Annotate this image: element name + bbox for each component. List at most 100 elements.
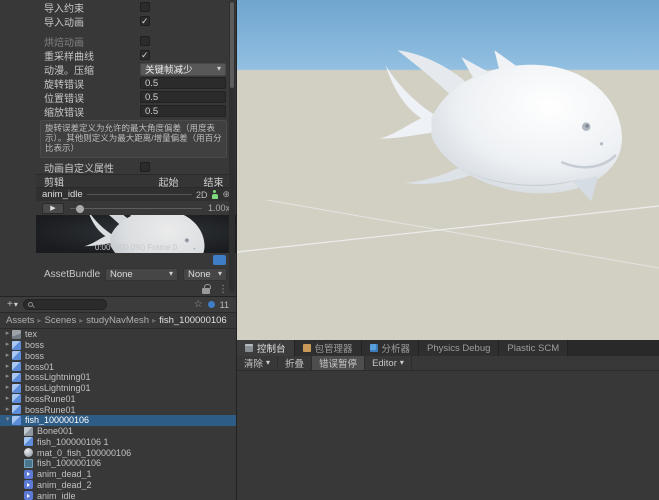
editor-label: Editor [372,357,397,369]
skybox [237,0,659,70]
toggle-2d-button[interactable]: 2D [196,190,208,200]
chevron-down-icon[interactable]: ▾ [3,415,12,425]
tree-row[interactable]: anim_dead_2 [0,480,236,491]
tree-row[interactable]: ▾ fish_100000106 [0,415,236,426]
tab-physics-debug[interactable]: Physics Debug [419,340,500,356]
position-error-row: 位置错误 0.5 [0,90,236,105]
collapse-toggle[interactable]: 折叠 [278,356,313,370]
chevron-right-icon[interactable]: ▸ [3,351,12,361]
tree-row[interactable]: Bone001 [0,426,236,437]
chevron-right-icon[interactable]: ▸ [3,340,12,350]
avatar-icon[interactable] [211,190,218,199]
tree-row[interactable]: ▸ boss01 [0,361,236,372]
play-button[interactable]: ▶ [42,202,64,214]
scene-view[interactable] [236,0,659,340]
resample-curves-checkbox[interactable] [140,50,150,60]
tree-row[interactable]: ▸ bossLightning01 [0,383,236,394]
model-icon [12,340,21,350]
tree-row[interactable]: ▸ bossRune01 [0,404,236,415]
search-icon [27,302,33,307]
chevron-right-icon[interactable]: ▸ [3,383,12,393]
inspector-scrollbar[interactable] [229,0,235,292]
model-icon [12,362,21,372]
scale-error-input[interactable]: 0.5 [140,105,226,117]
tree-item-label: bossRune01 [25,404,76,415]
clip-row[interactable]: anim_idle 2D ⊕ [36,188,236,201]
preview-settings-icon[interactable] [213,254,226,265]
breadcrumb-item[interactable]: studyNavMesh [86,315,149,326]
scale-error-label: 缩放错误 [44,107,84,119]
breadcrumb-separator-icon: ▸ [37,316,42,325]
profiler-icon [369,344,378,352]
breadcrumb-item[interactable]: Assets [6,315,35,326]
tree-item-label: bossRune01 [25,393,76,404]
inspector-footer-bar: ⋮ [0,282,236,297]
tab-label: 包管理器 [314,344,353,355]
tab-profiler[interactable]: 分析器 [361,340,420,356]
tree-row[interactable]: ▸ bossRune01 [0,394,236,405]
tree-row[interactable]: ▸ bossLightning01 [0,372,236,383]
import-animation-checkbox[interactable] [140,16,150,26]
tree-row[interactable]: mat_0_fish_100000106 [0,447,236,458]
console-panel: 控制台 包管理器 分析器 Physics Debug Plastic SCM 清除 ▾ … [237,340,659,500]
breadcrumb-item[interactable]: fish_100000106 [159,315,227,326]
scrollbar-thumb[interactable] [230,2,234,88]
project-panel: + ▾ ☆ 11 Assets ▸ Scenes ▸ studyNavMesh ▸ fish… [0,296,237,500]
tree-row[interactable]: ▸ tex [0,329,236,340]
kebab-menu-icon[interactable]: ⋮ [218,284,228,295]
chevron-down-icon: ▾ [266,358,271,367]
chevron-right-icon[interactable]: ▸ [3,329,12,339]
anim-compression-label: 动漫。压缩 [44,65,94,77]
search-input[interactable] [22,299,107,310]
slider-thumb[interactable] [76,204,84,213]
import-constraints-checkbox[interactable] [140,2,150,12]
editor-dropdown[interactable]: Editor ▾ [365,356,412,370]
bake-animation-checkbox [140,36,150,46]
create-asset-button[interactable]: + ▾ [7,299,18,310]
model-icon [24,437,33,447]
gameobject-icon [24,426,33,436]
tree-row[interactable]: fish_100000106 [0,458,236,469]
tab-package-manager[interactable]: 包管理器 [294,340,362,356]
clips-header: 剪辑 起始 结束 [36,174,236,189]
clear-button[interactable]: 清除 ▾ [237,356,279,370]
chevron-right-icon[interactable]: ▸ [3,372,12,382]
favorites-star-icon[interactable]: ☆ [194,299,203,310]
model-icon [12,383,21,393]
assetbundle-dropdown[interactable]: None ▾ [105,267,178,281]
chevron-right-icon[interactable]: ▸ [3,394,12,404]
console-log-area[interactable] [237,371,659,500]
frame-info: 0:00 (000.0%) Frame 0 [94,243,178,252]
tab-label: Physics Debug [427,342,491,354]
chevron-right-icon[interactable]: ▸ [3,405,12,415]
tree-row[interactable]: ▸ boss [0,340,236,351]
error-pause-toggle[interactable]: 错误暂停 [312,356,366,370]
rotation-error-label: 旋转错误 [44,79,84,91]
tree-item-label: anim_idle [37,490,76,500]
resample-curves-label: 重采样曲线 [44,51,94,63]
custom-properties-checkbox[interactable] [140,162,150,172]
tab-plastic-scm[interactable]: Plastic SCM [499,340,569,356]
tree-row[interactable]: anim_idle [0,490,236,500]
tree-row[interactable]: anim_dead_1 [0,469,236,480]
animation-preview[interactable]: 0:00 (000.0%) Frame 0 [36,215,236,253]
anim-icon [24,469,33,479]
rotation-error-input[interactable]: 0.5 [140,77,226,89]
tab-console[interactable]: 控制台 [237,340,295,356]
project-toolbar: + ▾ ☆ 11 [0,297,236,313]
tree-row[interactable]: fish_100000106 1 [0,437,236,448]
assetbundle-variant-dropdown[interactable]: None ▾ [183,267,227,281]
inspector-panel: 导入约束 导入动画 烘焙动画 重采样曲线 动漫。压缩 关键帧减少 ▾ 旋转错误 … [0,0,237,296]
timeline-slider[interactable] [70,203,202,214]
tree-row[interactable]: ▸ boss [0,351,236,362]
anim-icon [24,480,33,490]
consoletab-icon [245,344,253,352]
import-animation-label: 导入动画 [44,17,84,29]
lock-icon[interactable] [202,284,211,294]
breadcrumb-item[interactable]: Scenes [45,315,77,326]
anim-compression-dropdown[interactable]: 关键帧减少 ▾ [140,62,226,76]
position-error-input[interactable]: 0.5 [140,91,226,103]
chevron-right-icon[interactable]: ▸ [3,362,12,372]
scene-render [236,0,659,340]
tab-label: Plastic SCM [507,342,560,354]
